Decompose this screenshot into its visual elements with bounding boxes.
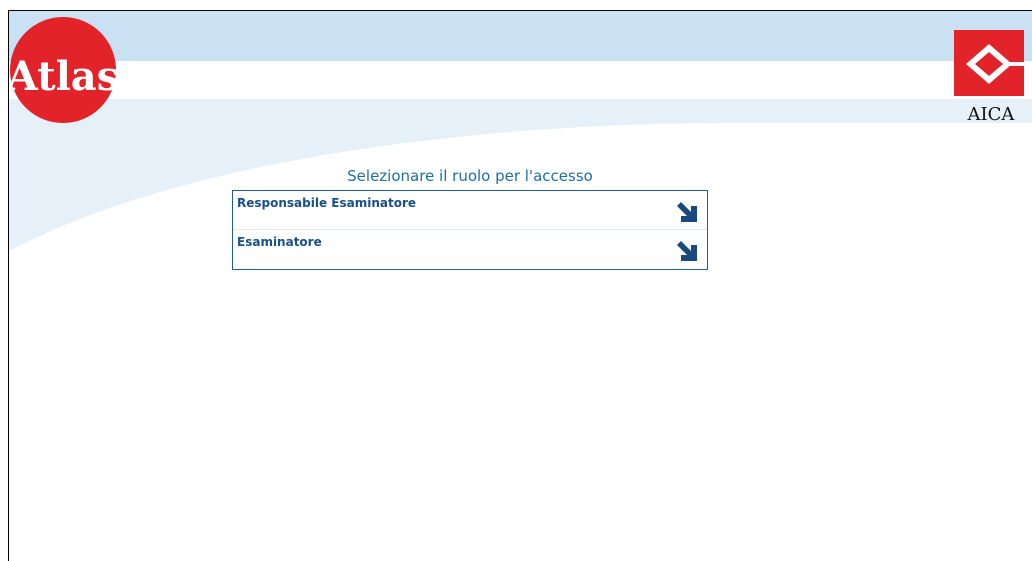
aica-logo: AICA <box>954 30 1026 124</box>
role-item-esaminatore[interactable]: Esaminatore <box>233 230 707 268</box>
atlas-logo: Atlas <box>9 17 117 123</box>
role-label[interactable]: Responsabile Esaminatore <box>237 196 416 210</box>
aica-logo-text: AICA <box>967 104 1016 124</box>
login-page: Atlas AICA Selezionare il ruolo per l'ac… <box>0 0 1032 561</box>
role-selection-panel: Selezionare il ruolo per l'accesso Respo… <box>232 162 708 270</box>
role-label[interactable]: Esaminatore <box>237 235 322 249</box>
page-title: Selezionare il ruolo per l'accesso <box>347 167 593 185</box>
arrow-down-right-icon[interactable] <box>677 202 697 222</box>
arrow-down-right-icon[interactable] <box>677 241 697 261</box>
atlas-logo-text: Atlas <box>9 53 117 100</box>
role-item-responsabile-esaminatore[interactable]: Responsabile Esaminatore <box>233 191 707 230</box>
role-list: Responsabile Esaminatore Esaminatore <box>232 190 708 270</box>
